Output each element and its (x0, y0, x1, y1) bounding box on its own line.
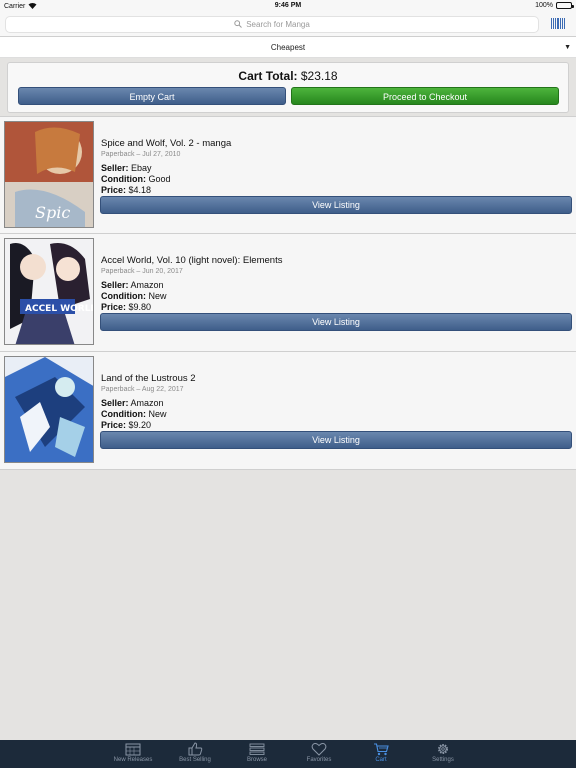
listing-seller: Seller: Amazon (101, 398, 164, 408)
tab-label: Browse (246, 757, 267, 763)
barcode-scan-icon[interactable] (551, 18, 565, 29)
tab-bar: New Releases Best Selling Browse Favorit… (0, 740, 576, 768)
sort-selected-value: Cheapest (270, 43, 306, 52)
condition-value: New (148, 291, 167, 301)
condition-label: Condition: (101, 174, 146, 184)
tab-best-selling[interactable]: Best Selling (164, 740, 226, 768)
seller-label: Seller: (101, 163, 129, 173)
price-value: $9.80 (128, 302, 152, 312)
condition-value: Good (148, 174, 171, 184)
view-listing-button[interactable]: View Listing (100, 431, 572, 449)
tab-settings[interactable]: Settings (412, 740, 474, 768)
calendar-icon (125, 743, 141, 756)
listing-condition: Condition: New (101, 291, 167, 301)
listing-title: Spice and Wolf, Vol. 2 - manga (101, 138, 232, 149)
list-item: ACCEL WORLD Accel World, Vol. 10 (light … (0, 234, 576, 352)
listing-price: Price: $4.18 (101, 185, 151, 195)
listing-format-date: Paperback – Jul 27, 2010 (101, 151, 181, 158)
status-right: 100% (535, 2, 574, 9)
checkout-button[interactable]: Proceed to Checkout (291, 87, 559, 105)
cart-icon (374, 743, 389, 756)
listing-seller: Seller: Amazon (101, 280, 164, 290)
listing-format-date: Paperback – Jun 20, 2017 (101, 268, 183, 275)
battery-icon (556, 2, 574, 9)
listing-price: Price: $9.80 (101, 302, 151, 312)
seller-label: Seller: (101, 398, 129, 408)
price-label: Price: (101, 420, 127, 430)
thumbs-up-icon (188, 742, 203, 756)
view-listing-button[interactable]: View Listing (100, 196, 572, 214)
listing-price: Price: $9.20 (101, 420, 151, 430)
cart-total: Cart Total: $23.18 (8, 69, 568, 83)
seller-value: Amazon (130, 280, 164, 290)
status-time: 9:46 PM (274, 2, 302, 9)
tab-label: Favorites (306, 757, 332, 763)
heart-icon (311, 743, 327, 756)
listing-seller: Seller: Ebay (101, 163, 152, 173)
list-item: Spic Spice and Wolf, Vol. 2 - manga Pape… (0, 116, 576, 234)
tab-cart[interactable]: Cart (350, 740, 412, 768)
list-icon (249, 743, 265, 755)
listing-title: Accel World, Vol. 10 (light novel): Elem… (101, 255, 283, 266)
book-cover[interactable]: Spic (4, 121, 94, 228)
svg-text:Spic: Spic (35, 203, 70, 222)
svg-text:ACCEL WORLD: ACCEL WORLD (25, 304, 94, 314)
listing-title: Land of the Lustrous 2 (101, 373, 196, 384)
book-cover[interactable] (4, 356, 94, 463)
view-listing-button[interactable]: View Listing (100, 313, 572, 331)
tab-new-releases[interactable]: New Releases (102, 740, 164, 768)
price-label: Price: (101, 302, 127, 312)
search-placeholder: Search for Manga (246, 20, 310, 29)
listing-condition: Condition: Good (101, 174, 171, 184)
listing-format-date: Paperback – Aug 22, 2017 (101, 386, 184, 393)
list-item: Land of the Lustrous 2 Paperback – Aug 2… (0, 352, 576, 470)
price-value: $4.18 (128, 185, 152, 195)
cart-total-panel: Cart Total: $23.18 Empty Cart Proceed to… (7, 62, 569, 113)
listing-condition: Condition: New (101, 409, 167, 419)
sort-dropdown[interactable]: Cheapest ▼ (0, 37, 576, 58)
empty-cart-button[interactable]: Empty Cart (18, 87, 286, 105)
condition-label: Condition: (101, 291, 146, 301)
tab-label: New Releases (113, 757, 153, 763)
tab-label: Settings (432, 757, 454, 763)
status-bar: Carrier 9:46 PM 100% (0, 0, 576, 12)
search-input[interactable]: Search for Manga (5, 16, 539, 33)
dropdown-arrow-icon: ▼ (564, 44, 571, 51)
book-cover[interactable]: ACCEL WORLD (4, 238, 94, 345)
search-icon (234, 19, 243, 30)
tab-browse[interactable]: Browse (226, 740, 288, 768)
gear-icon (438, 744, 448, 754)
price-value: $9.20 (128, 420, 152, 430)
seller-value: Amazon (130, 398, 164, 408)
seller-label: Seller: (101, 280, 129, 290)
condition-label: Condition: (101, 409, 146, 419)
tab-favorites[interactable]: Favorites (288, 740, 350, 768)
cart-listing-list: Spic Spice and Wolf, Vol. 2 - manga Pape… (0, 116, 576, 470)
tab-label: Cart (375, 757, 387, 763)
cart-total-label: Cart Total: (238, 69, 298, 83)
search-nav-bar: Search for Manga (0, 12, 576, 37)
battery-percent: 100% (535, 2, 553, 9)
price-label: Price: (101, 185, 127, 195)
cart-total-value: $23.18 (300, 69, 338, 83)
tab-label: Best Selling (179, 757, 211, 763)
seller-value: Ebay (131, 163, 152, 173)
condition-value: New (148, 409, 167, 419)
